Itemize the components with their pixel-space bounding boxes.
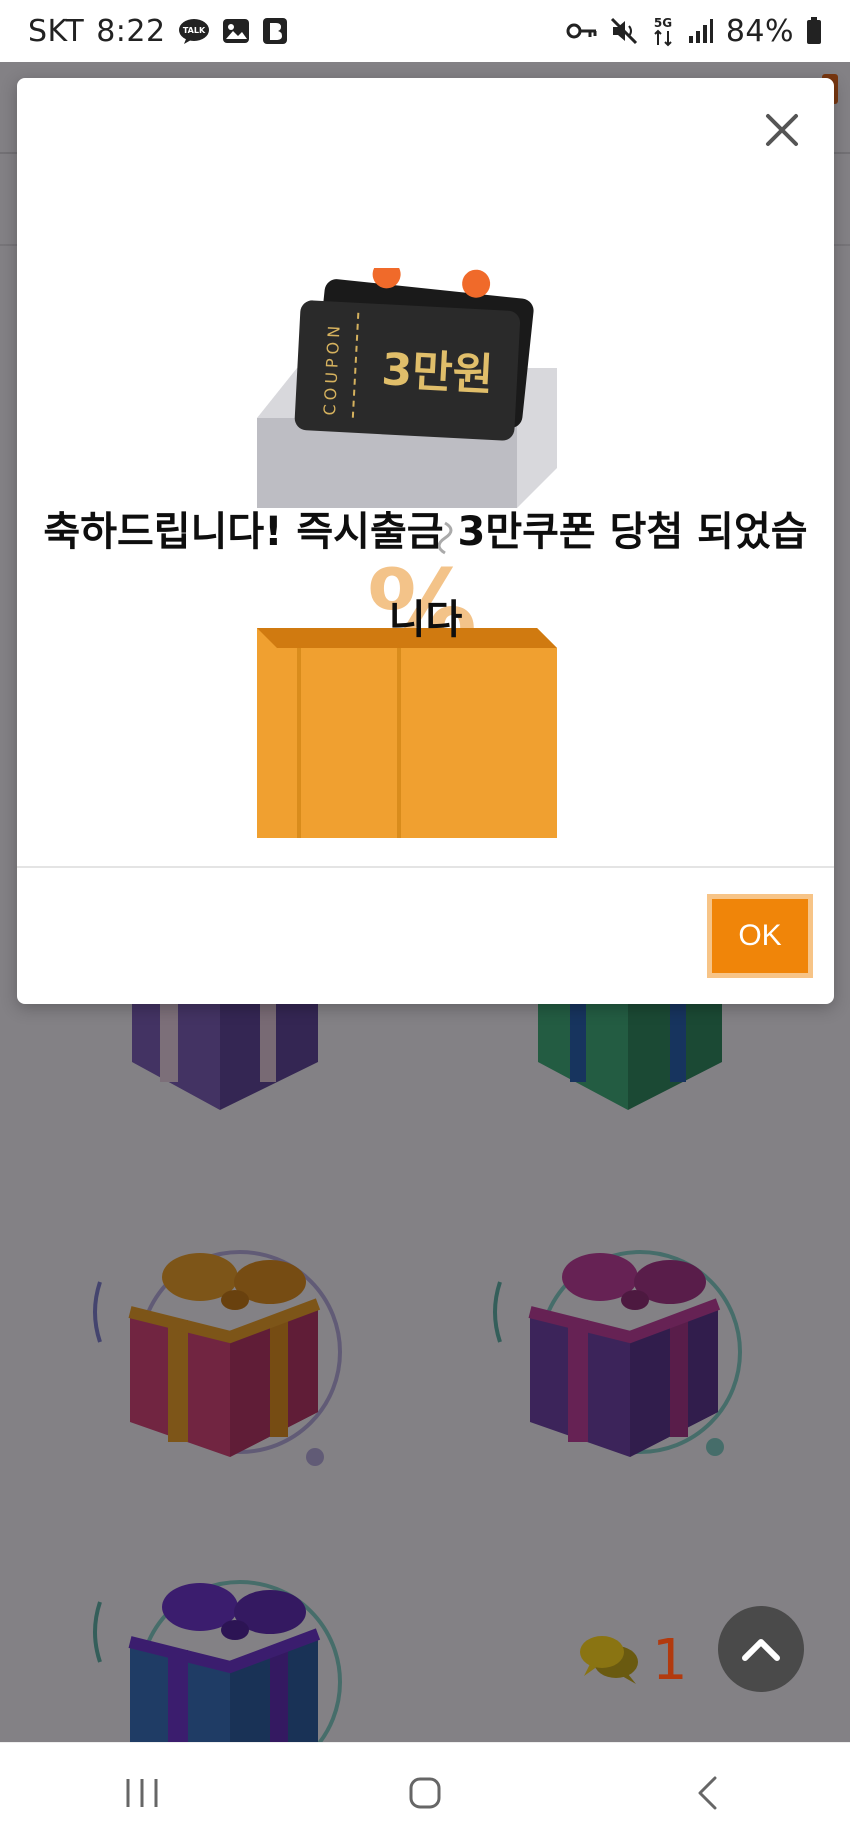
mute-icon [610, 17, 638, 45]
gallery-icon [222, 18, 250, 44]
close-button[interactable] [760, 108, 804, 152]
kakaotalk-icon: TALK [178, 17, 210, 45]
home-icon [409, 1777, 441, 1809]
battery-percent: 84% [725, 13, 794, 49]
home-button[interactable] [365, 1753, 485, 1833]
carrier-label: SKT [28, 13, 85, 49]
svg-text:5G: 5G [654, 16, 672, 30]
close-icon [766, 114, 798, 146]
back-button[interactable] [648, 1753, 768, 1833]
coupon-amount: 3만원 [380, 344, 494, 401]
chat-counter[interactable]: 1 [578, 1628, 688, 1693]
status-left: SKT 8:22 TALK [28, 14, 288, 49]
ok-button[interactable]: OK [707, 894, 813, 978]
b-app-icon [262, 17, 288, 45]
chevron-up-icon [742, 1639, 780, 1661]
system-nav-bar [0, 1742, 850, 1842]
modal-divider [17, 866, 834, 868]
back-icon [698, 1776, 717, 1810]
recents-button[interactable] [82, 1753, 202, 1833]
clock: 8:22 [96, 13, 166, 49]
chat-bubbles-icon [578, 1632, 642, 1690]
congrats-message: 축하드립니다! 즉시출금 3만쿠폰 당첨 되었습니다 [43, 509, 808, 643]
battery-icon [806, 17, 822, 45]
vpn-key-icon [566, 21, 598, 41]
status-right: 5G 84% [566, 14, 822, 49]
signal-icon [688, 18, 714, 44]
coupon-modal: COUPON 3만원 % 축하드립니다! 즉시출금 3만쿠폰 당첨 되었습니다 … [17, 78, 834, 1004]
5g-icon: 5G [650, 15, 676, 47]
status-bar: SKT 8:22 TALK 5G 84% [0, 0, 850, 62]
scroll-to-top-button[interactable] [718, 1606, 804, 1692]
svg-text:TALK: TALK [182, 26, 205, 35]
chat-count: 1 [652, 1628, 688, 1693]
recents-icon [126, 1779, 158, 1807]
